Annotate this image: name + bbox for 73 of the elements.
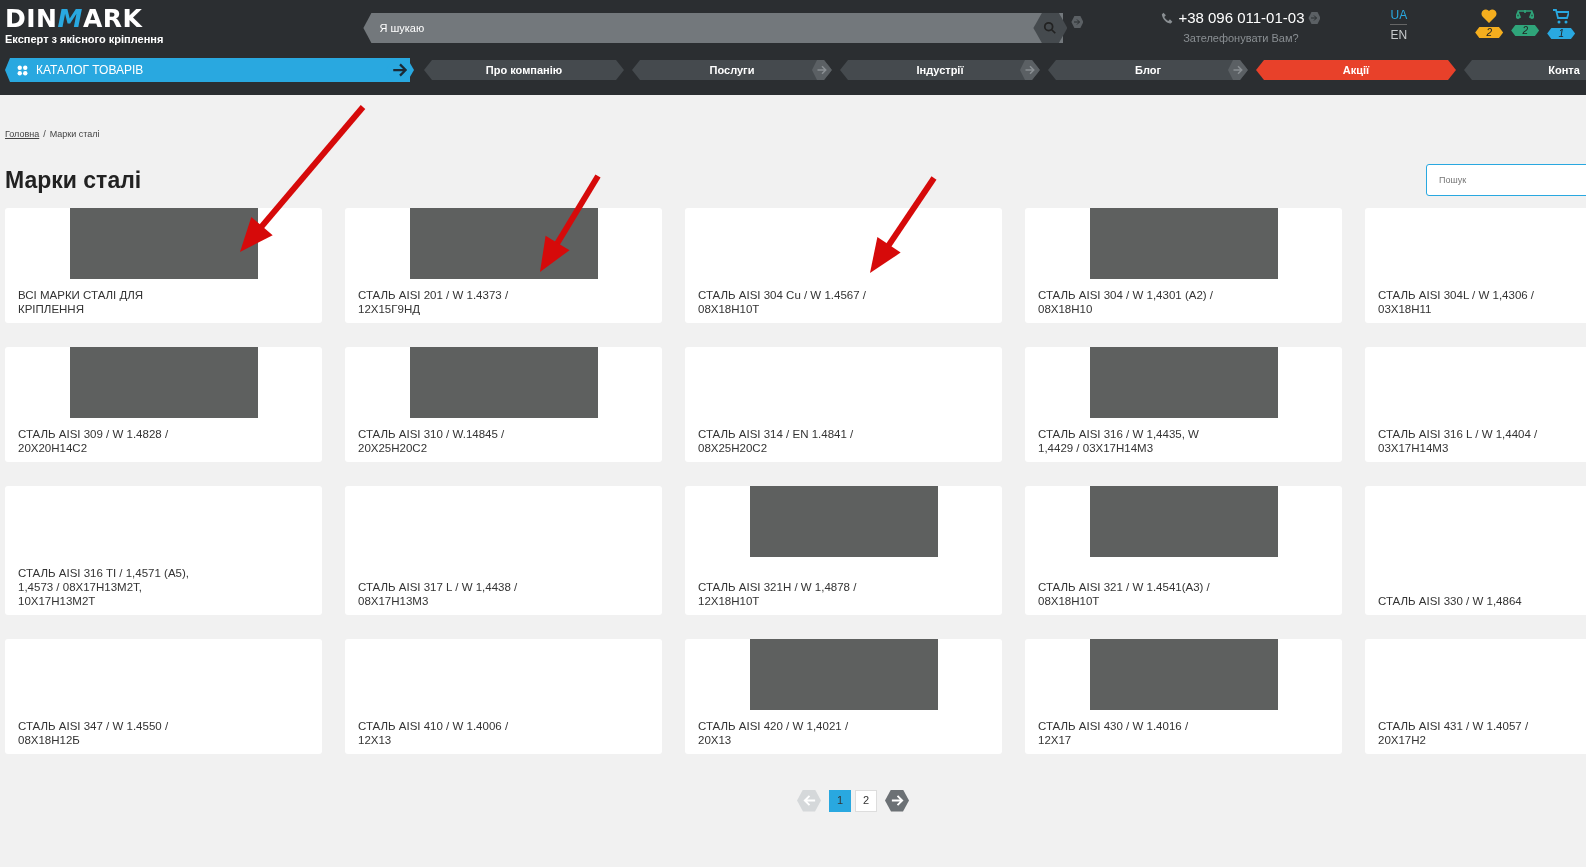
- product-card[interactable]: СТАЛЬ AISI 304L / W 1,4306 / 03Х18Н11: [1365, 207, 1586, 323]
- card-title: СТАЛЬ AISI 420 / W 1,4021 / 20Х13: [698, 719, 850, 748]
- nav-item[interactable]: Послуги: [632, 60, 832, 80]
- cart-icon[interactable]: [1553, 9, 1570, 24]
- page-title: Марки сталі: [5, 166, 142, 195]
- arrow-icon: [1308, 12, 1321, 24]
- breadcrumb-link[interactable]: Головна: [5, 129, 40, 139]
- nav-item[interactable]: Блог: [1048, 60, 1248, 80]
- product-card[interactable]: СТАЛЬ AISI 431 / W 1.4057 / 20Х17Н2: [1365, 638, 1586, 754]
- product-card[interactable]: СТАЛЬ AISI 304 Cu / W 1.4567 / 08Х18Н10Т: [685, 207, 1002, 323]
- product-card[interactable]: СТАЛЬ AISI 304 / W 1,4301 (А2) / 08Х18Н10: [1025, 207, 1342, 323]
- card-title: СТАЛЬ AISI 304 / W 1,4301 (А2) / 08Х18Н10: [1038, 288, 1214, 317]
- product-card[interactable]: СТАЛЬ AISI 420 / W 1,4021 / 20Х13: [685, 638, 1002, 754]
- card-title: СТАЛЬ AISI 330 / W 1,4864: [1378, 594, 1523, 609]
- count-badge: 1: [1547, 28, 1576, 39]
- page-button[interactable]: 2: [855, 789, 877, 812]
- card-title: СТАЛЬ AISI 316 / W 1,4435, W 1,4429 / 03Х17Н14М3: [1038, 427, 1200, 456]
- product-card[interactable]: СТАЛЬ AISI 347 / W 1.4550 / 08Х18Н12Б: [5, 638, 322, 754]
- language-option[interactable]: EN: [1390, 27, 1408, 44]
- phone-number[interactable]: +38 096 011-01-03: [1178, 6, 1305, 30]
- product-card[interactable]: СТАЛЬ AISI 317 L / W 1,4438 / 08Х17Н13М3: [345, 485, 662, 615]
- card-title: СТАЛЬ AISI 317 L / W 1,4438 / 08Х17Н13М3: [358, 580, 519, 609]
- card-title: СТАЛЬ AISI 201 / W 1.4373 / 12Х15Г9НД: [358, 288, 510, 317]
- callback-link[interactable]: Зателефонувати Вам?: [1183, 30, 1299, 47]
- breadcrumb-separator: /: [43, 129, 46, 139]
- card-title: СТАЛЬ AISI 431 / W 1.4057 / 20Х17Н2: [1378, 719, 1530, 748]
- card-title: ВСІ МАРКИ СТАЛІ ДЛЯ КРІПЛЕННЯ: [18, 288, 145, 317]
- card-title: СТАЛЬ AISI 309 / W 1.4828 / 20Х20Н14С2: [18, 427, 170, 456]
- page-button[interactable]: 1: [829, 789, 851, 812]
- nav-item[interactable]: Індустрії: [840, 60, 1040, 80]
- heart-icon[interactable]: [1481, 9, 1498, 23]
- product-card[interactable]: ВСІ МАРКИ СТАЛІ ДЛЯ КРІПЛЕННЯ: [5, 207, 322, 323]
- product-card[interactable]: СТАЛЬ AISI 321 / W 1.4541(А3) / 08Х18Н10Т: [1025, 485, 1342, 615]
- product-card[interactable]: СТАЛЬ AISI 330 / W 1,4864: [1365, 485, 1586, 615]
- product-card[interactable]: СТАЛЬ AISI 321H / W 1,4878 / 12Х18Н10Т: [685, 485, 1002, 615]
- search-field[interactable]: Я шукаю: [363, 13, 1064, 43]
- breadcrumb-current: Марки сталі: [49, 129, 100, 139]
- next-page-button[interactable]: [885, 789, 909, 812]
- card-title: СТАЛЬ AISI 321H / W 1,4878 / 12Х18Н10Т: [698, 580, 858, 609]
- card-title: СТАЛЬ AISI 410 / W 1.4006 / 12Х13: [358, 719, 510, 748]
- language-option[interactable]: UA: [1390, 8, 1408, 25]
- product-card[interactable]: СТАЛЬ AISI 316 L / W 1,4404 / 03Х17Н14М3: [1365, 346, 1586, 462]
- search-field[interactable]: Пошук: [1426, 163, 1586, 196]
- product-card[interactable]: СТАЛЬ AISI 316 TI / 1,4571 (A5), 1,4573 / 08Х17Н13М2Т, 10Х17Н13М2Т: [5, 485, 322, 615]
- count-badge: 2: [1475, 27, 1504, 38]
- card-title: СТАЛЬ AISI 304 Cu / W 1.4567 / 08Х18Н10Т: [698, 288, 867, 317]
- nav-item[interactable]: Про компанію: [424, 60, 624, 80]
- arrow-icon: [391, 61, 409, 79]
- product-card[interactable]: СТАЛЬ AISI 310 / W.14845 / 20Х25Н20С2: [345, 346, 662, 462]
- nav-item[interactable]: Акції: [1256, 60, 1456, 80]
- count-badge: 2: [1511, 25, 1540, 36]
- product-card[interactable]: СТАЛЬ AISI 430 / W 1.4016 / 12Х17: [1025, 638, 1342, 754]
- card-title: СТАЛЬ AISI 310 / W.14845 / 20Х25Н20С2: [358, 427, 506, 456]
- card-title: СТАЛЬ AISI 321 / W 1.4541(А3) / 08Х18Н10Т: [1038, 580, 1211, 609]
- card-title: СТАЛЬ AISI 314 / EN 1.4841 / 08Х25Н20С2: [698, 427, 855, 456]
- logo[interactable]: DINMARK Експерт з якісного кріплення: [5, 6, 164, 48]
- nav-item[interactable]: Конта: [1464, 60, 1586, 80]
- card-title: СТАЛЬ AISI 316 L / W 1,4404 / 03Х17Н14М3: [1378, 427, 1539, 456]
- product-card[interactable]: СТАЛЬ AISI 309 / W 1.4828 / 20Х20Н14С2: [5, 346, 322, 462]
- arrow-icon: [889, 793, 905, 808]
- arrow-icon: [1071, 16, 1084, 28]
- card-title: СТАЛЬ AISI 430 / W 1.4016 / 12Х17: [1038, 719, 1190, 748]
- product-card[interactable]: СТАЛЬ AISI 410 / W 1.4006 / 12Х13: [345, 638, 662, 754]
- card-title: СТАЛЬ AISI 316 TI / 1,4571 (A5), 1,4573 / 08Х17Н13М2Т, 10Х17Н13М2Т: [18, 567, 190, 609]
- scales-icon[interactable]: [1516, 9, 1535, 21]
- product-card[interactable]: СТАЛЬ AISI 316 / W 1,4435, W 1,4429 / 03Х17Н14М3: [1025, 346, 1342, 462]
- arrow-icon: [801, 793, 817, 808]
- search-icon: [1043, 21, 1058, 35]
- product-card[interactable]: СТАЛЬ AISI 314 / EN 1.4841 / 08Х25Н20С2: [685, 346, 1002, 462]
- card-title: СТАЛЬ AISI 304L / W 1,4306 / 03Х18Н11: [1378, 288, 1536, 317]
- product-card[interactable]: СТАЛЬ AISI 201 / W 1.4373 / 12Х15Г9НД: [345, 207, 662, 323]
- grid-icon: [17, 64, 28, 76]
- card-title: СТАЛЬ AISI 347 / W 1.4550 / 08Х18Н12Б: [18, 719, 170, 748]
